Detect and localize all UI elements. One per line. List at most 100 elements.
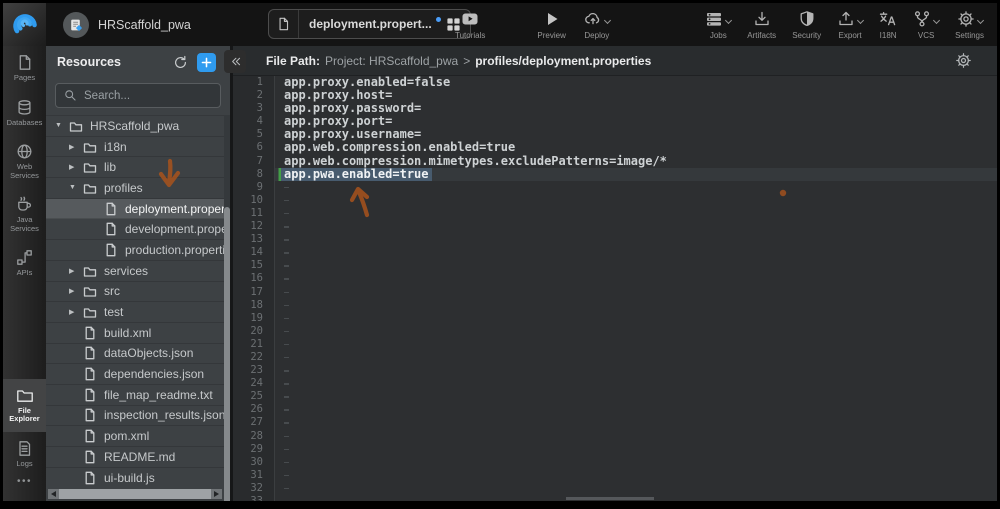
tree-horizontal-scrollbar[interactable] [48, 489, 222, 499]
sidebar-item-java-services[interactable]: Java Services [3, 188, 46, 241]
scrollbar-thumb[interactable] [59, 489, 211, 499]
tutorials-button[interactable]: Tutorials [447, 9, 493, 40]
sidebar-item-logs[interactable]: Logs [3, 432, 46, 477]
editor-horizontal-scrollbar[interactable] [566, 497, 654, 500]
code-line[interactable]: 23 [233, 364, 997, 377]
add-resource-button[interactable] [197, 53, 216, 72]
tree-item[interactable]: lib [46, 157, 224, 178]
code-line[interactable]: 28 [233, 430, 997, 443]
tree-item-label: dependencies.json [104, 367, 204, 381]
scroll-right-arrow-icon[interactable] [214, 491, 219, 497]
security-button[interactable]: Security [784, 9, 829, 40]
tree-item[interactable]: development.properties [46, 219, 224, 240]
search-input[interactable] [84, 90, 212, 102]
tree-vertical-scrollbar[interactable] [224, 115, 230, 487]
search-box[interactable] [55, 83, 221, 108]
tree-item-label: inspection_results.json [104, 408, 224, 422]
export-button[interactable]: Export [829, 9, 871, 40]
tree-item[interactable]: i18n [46, 137, 224, 158]
refresh-icon[interactable] [173, 55, 188, 70]
code-line[interactable]: 9 [233, 181, 997, 194]
line-number: 9 [233, 181, 275, 194]
code-line[interactable]: 30 [233, 456, 997, 469]
code-line[interactable]: 13 [233, 233, 997, 246]
scrollbar-thumb[interactable] [224, 207, 230, 501]
wavemaker-logo-icon[interactable] [3, 3, 46, 46]
tree-item-label: services [104, 264, 148, 278]
code-line[interactable]: 29 [233, 443, 997, 456]
code-text [281, 272, 287, 285]
code-line[interactable]: 31 [233, 469, 997, 482]
file-tab-deployment-properties[interactable]: deployment.propert... [268, 9, 471, 39]
i18n-button[interactable]: I18N [871, 9, 905, 40]
code-line[interactable]: 21 [233, 338, 997, 351]
expand-arrow-icon[interactable] [69, 287, 83, 295]
code-line[interactable]: 11 [233, 207, 997, 220]
collapse-panel-button[interactable] [224, 50, 246, 73]
code-line[interactable]: 8 app.pwa.enabled=true [233, 168, 997, 181]
line-number: 17 [233, 286, 275, 299]
expand-arrow-icon[interactable] [69, 267, 83, 275]
tree-item[interactable]: dataObjects.json [46, 344, 224, 365]
tree-item[interactable]: build.xml [46, 323, 224, 344]
artifacts-button[interactable]: Artifacts [739, 9, 784, 40]
sidebar-item-pages[interactable]: Pages [3, 46, 46, 91]
code-line[interactable]: 14 [233, 246, 997, 259]
sidebar-more-menu[interactable]: ••• [3, 476, 46, 501]
line-number: 12 [233, 220, 275, 233]
settings-button[interactable]: Settings [947, 9, 992, 40]
expand-arrow-icon[interactable] [69, 143, 83, 151]
resources-panel: Resources HRScaffold_pwa [46, 46, 230, 501]
tree-item[interactable]: profiles [46, 178, 224, 199]
tree-item[interactable]: dependencies.json [46, 364, 224, 385]
tree-item[interactable]: HRScaffold_pwa [46, 116, 224, 137]
code-line[interactable]: 15 [233, 259, 997, 272]
code-line[interactable]: 7 app.web.compression.mimetypes.excludeP… [233, 155, 997, 168]
code-line[interactable]: 27 [233, 416, 997, 429]
project-switcher[interactable]: HRScaffold_pwa [63, 3, 191, 46]
code-line[interactable]: 10 [233, 194, 997, 207]
code-line[interactable]: 26 [233, 403, 997, 416]
code-line[interactable]: 24 [233, 377, 997, 390]
scroll-left-arrow-icon[interactable] [51, 491, 56, 497]
code-line[interactable]: 20 [233, 325, 997, 338]
code-line[interactable]: 22 [233, 351, 997, 364]
tree-item[interactable]: inspection_results.json [46, 406, 224, 427]
tree-item[interactable]: production.properties [46, 240, 224, 261]
deploy-button[interactable]: Deploy [576, 9, 618, 40]
tree-item[interactable]: test [46, 302, 224, 323]
sidebar-item-file-explorer[interactable]: File Explorer [3, 379, 46, 432]
preview-button[interactable]: Preview [529, 9, 573, 40]
gear-icon [957, 10, 975, 28]
vcs-button[interactable]: VCS [905, 9, 947, 40]
tree-item[interactable]: README.md [46, 447, 224, 468]
code-line[interactable]: 6 app.web.compression.enabled=true [233, 141, 997, 154]
tree-item[interactable]: deployment.properties [46, 199, 224, 220]
sidebar-item-databases[interactable]: Databases [3, 91, 46, 136]
code-line[interactable]: 18 [233, 299, 997, 312]
line-number: 18 [233, 299, 275, 312]
code-line[interactable]: 25 [233, 390, 997, 403]
tree-item[interactable]: file_map_readme.txt [46, 385, 224, 406]
expand-arrow-icon[interactable] [69, 184, 83, 191]
expand-arrow-icon[interactable] [69, 163, 83, 171]
code-area[interactable]: 1 app.proxy.enabled=false 2 app.proxy.ho… [233, 76, 997, 501]
code-line[interactable]: 16 [233, 272, 997, 285]
sidebar-item-apis[interactable]: APIs [3, 241, 46, 286]
file-icon [104, 243, 118, 257]
tree-item[interactable]: src [46, 282, 224, 303]
code-line[interactable]: 12 [233, 220, 997, 233]
tree-item[interactable]: services [46, 261, 224, 282]
code-text [281, 390, 287, 403]
code-line[interactable]: 32 [233, 482, 997, 495]
tree-item-label: i18n [104, 140, 127, 154]
editor-settings-button[interactable] [955, 52, 972, 69]
tree-item[interactable]: pom.xml [46, 426, 224, 447]
tree-item[interactable]: ui-build.js [46, 468, 224, 487]
jobs-button[interactable]: Jobs [697, 9, 739, 40]
code-line[interactable]: 17 [233, 286, 997, 299]
code-line[interactable]: 19 [233, 312, 997, 325]
sidebar-item-web-services[interactable]: Web Services [3, 135, 46, 188]
expand-arrow-icon[interactable] [55, 122, 69, 129]
expand-arrow-icon[interactable] [69, 308, 83, 316]
